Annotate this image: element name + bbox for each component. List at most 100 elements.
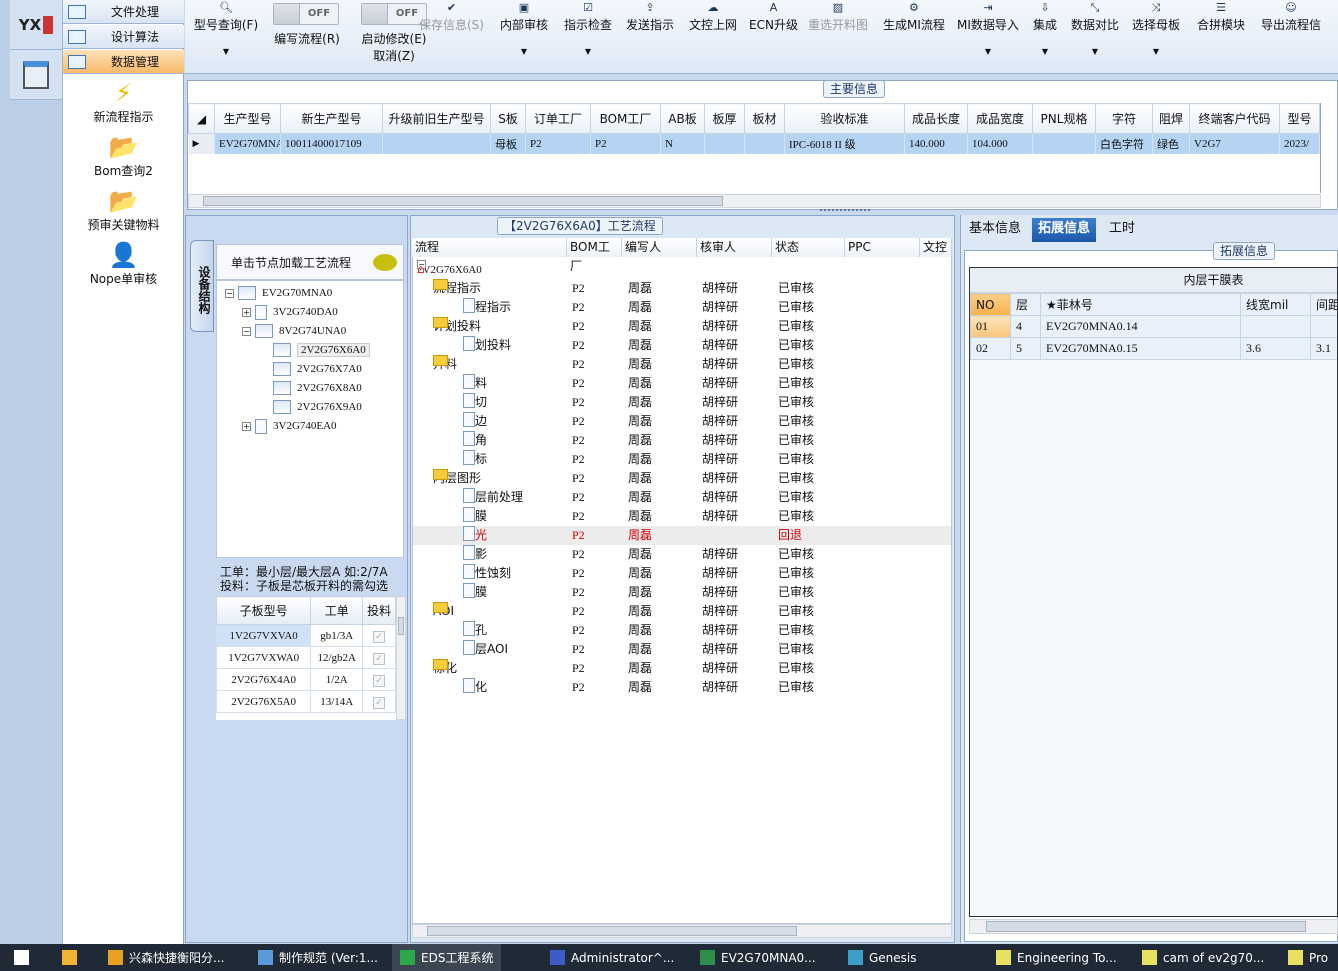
tab-2[interactable]: 工时 [1103,218,1141,242]
flow-row[interactable]: 退膜 P2 周磊 胡梓研 已审核 [413,583,951,602]
equipment-structure-tab[interactable]: 设备结构 [190,240,214,332]
flow-row[interactable]: −流程指示 P2 周磊 胡梓研 已审核 [413,279,951,298]
sub-board-model[interactable]: 1V2G7VXVA0 [216,624,312,647]
nav-item[interactable]: ⚡ 新流程指示 [63,78,184,125]
sub-board-model[interactable]: 2V2G76X4A0 [216,668,312,691]
feed-checkbox[interactable]: ✓ [373,696,386,709]
calculator-link-icon[interactable] [10,50,62,100]
taskbar-item[interactable]: Administrator^... [550,944,674,971]
collapse-icon[interactable]: − [242,326,251,336]
feed-checkbox[interactable]: ✓ [373,652,386,665]
column-header[interactable]: 订单工厂 [525,103,591,134]
flow-row[interactable]: −计划投料 P2 周磊 胡梓研 已审核 [413,317,951,336]
sub-board-model[interactable]: 1V2G7VXWA0 [216,646,312,669]
cell[interactable]: IPC-6018 II 级 [784,133,905,154]
cell[interactable]: 母板 [490,133,526,154]
table-row[interactable]: 2V2G76X4A0 1/2A ✓ [216,668,396,691]
flow-row[interactable]: 磨边 P2 周磊 胡梓研 已审核 [413,412,951,431]
order-cell[interactable]: 12/gb2A [310,646,364,669]
cell[interactable]: V2G7 [1189,133,1280,154]
feed-checkbox[interactable]: ✓ [373,630,386,643]
expand-icon[interactable]: + [242,421,251,431]
cell[interactable] [1032,133,1096,154]
cancel-modify-button[interactable]: 取消(Z) [351,47,437,64]
column-header[interactable]: 字符 [1095,103,1153,134]
order-cell[interactable]: gb1/3A [310,624,364,647]
flow-hscrollbar[interactable] [412,924,952,938]
cell[interactable]: 10011400017109 [280,133,383,154]
cell[interactable]: 4 [1010,315,1041,338]
flow-row[interactable]: −AOI P2 周磊 胡梓研 已审核 [413,602,951,621]
column-header[interactable]: 线宽mil [1240,293,1311,316]
cell[interactable] [382,133,491,154]
cell[interactable]: 140.000 [904,133,968,154]
expand-icon[interactable]: + [242,307,251,317]
toolbar-button-0[interactable]: ✔ 保存信息(S) [419,2,484,33]
nav-item[interactable]: 👤 Nope单审核 [63,240,184,287]
cell[interactable]: 02 [970,337,1011,360]
tree-node[interactable]: +3V2G740DA0 [242,303,338,321]
column-header[interactable]: 板厚 [704,103,745,134]
sub-grid-vscrollbar[interactable] [396,596,406,720]
column-header[interactable]: S板 [490,103,526,134]
column-header[interactable]: ★菲林号 [1040,293,1241,316]
factory-logo-icon[interactable]: YX [10,0,62,50]
cell[interactable]: 104.000 [967,133,1033,154]
flow-row[interactable]: −开料 P2 周磊 胡梓研 已审核 [413,355,951,374]
column-header[interactable]: 流程 [412,238,567,257]
toolbar-button-11[interactable]: ⤨ 选择母板 ▼ [1132,2,1180,57]
nav-section-0[interactable]: 文件处理 [63,0,184,24]
flow-row[interactable]: 裁切 P2 周磊 胡梓研 已审核 [413,393,951,412]
toolbar-button-6[interactable]: ▨ 重选开料图 [808,2,868,33]
column-header[interactable]: 阻焊 [1152,103,1190,134]
order-cell[interactable]: 13/14A [310,690,364,713]
column-header[interactable]: 间距 [1310,293,1337,316]
column-header[interactable]: 层 [1010,293,1041,316]
toolbar-button-8[interactable]: ⇥ MI数据导入 ▼ [957,2,1019,57]
cell[interactable] [744,133,785,154]
taskbar-item[interactable]: Pro [1288,944,1328,971]
column-header[interactable]: 板材 [744,103,785,134]
feed-checkbox[interactable]: ✓ [373,674,386,687]
table-row[interactable]: 2V2G76X5A0 13/14A ✓ [216,690,396,713]
taskbar-item[interactable]: Genesis [848,944,917,971]
tree-node[interactable]: − EV2G70MNA0 [225,284,332,302]
column-header[interactable]: 成品宽度 [967,103,1033,134]
nav-item[interactable]: 📂 Bom查询2 [63,132,184,179]
column-header[interactable]: 核审人 [697,238,772,257]
column-header[interactable]: PNL规格 [1032,103,1096,134]
column-header[interactable]: 成品长度 [904,103,968,134]
cell[interactable]: 01 [970,315,1011,338]
toolbar-button-7[interactable]: ⚙ 生成MI流程 [883,2,945,33]
table-row[interactable]: 1V2G7VXWA0 12/gb2A ✓ [216,646,396,669]
table-row[interactable]: 01 4 EV2G70MNA0.14 [970,315,1337,338]
nav-section-2[interactable]: 数据管理 [63,50,184,74]
cell[interactable]: EV2G70MNA0.15 [1040,337,1241,360]
column-header[interactable]: 编写人 [622,238,697,257]
flow-row[interactable]: 计划投料 P2 周磊 胡梓研 已审核 [413,336,951,355]
flow-row[interactable]: 显影 P2 周磊 胡梓研 已审核 [413,545,951,564]
taskbar-item[interactable]: EDS工程系统 [392,944,502,971]
tab-1[interactable]: 拓展信息 [1032,218,1097,242]
column-header[interactable]: 生产型号 [214,103,281,134]
toolbar-button-3[interactable]: ⇪ 发送指示 [626,2,674,33]
taskbar-item[interactable]: 兴森快捷衡阳分... [108,944,224,971]
flow-row[interactable]: 流程指示 P2 周磊 胡梓研 已审核 [413,298,951,317]
taskbar-item[interactable]: EV2G70MNA0... [700,944,816,971]
column-header[interactable]: 升级前旧生产型号 [382,103,491,134]
column-header[interactable]: 工单 [310,596,364,625]
flow-row[interactable]: 内层AOI P2 周磊 胡梓研 已审核 [413,640,951,659]
column-header[interactable]: 状态 [772,238,845,257]
cell[interactable]: P2 [525,133,591,154]
order-cell[interactable]: 1/2A [310,668,364,691]
flow-row[interactable]: 内层前处理 P2 周磊 胡梓研 已审核 [413,488,951,507]
column-header[interactable]: 文控 [920,238,952,257]
tree-node[interactable]: 2V2G76X9A0 [273,398,362,416]
table-row[interactable]: 1V2G7VXVA0 gb1/3A ✓ [216,624,396,647]
flow-row[interactable]: 曝光 P2 周磊 回退 [413,526,951,545]
toolbar-button-5[interactable]: A ECN升级 [749,2,798,33]
sub-board-model[interactable]: 2V2G76X5A0 [216,690,312,713]
cell[interactable]: 绿色 [1152,133,1190,154]
table-row[interactable]: ▶EV2G70MNA010011400017109母板P2P2NIPC-6018… [188,133,1320,154]
column-header[interactable]: 投料 [362,596,396,625]
